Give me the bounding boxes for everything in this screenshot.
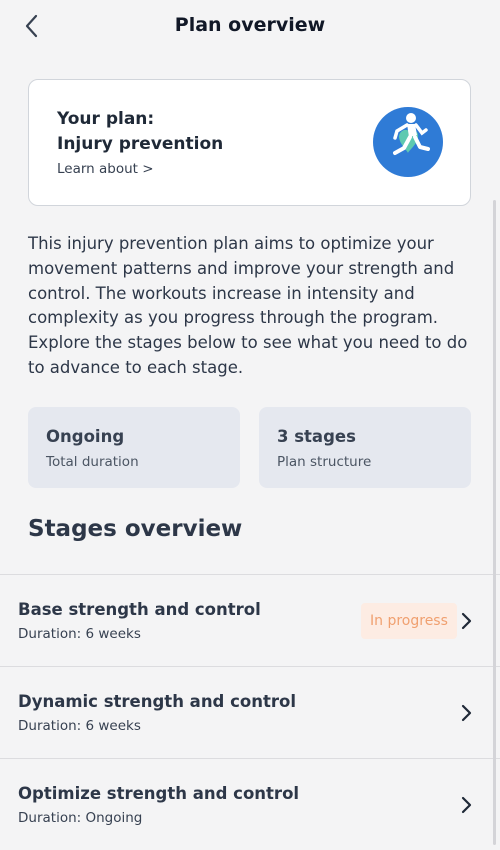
stage-duration: Duration: 6 weeks	[18, 718, 141, 734]
stages-list: Base strength and control Duration: 6 we…	[0, 574, 500, 850]
stat-card-structure: 3 stages Plan structure	[259, 407, 471, 488]
stat-label: Total duration	[46, 454, 139, 470]
plan-avatar	[373, 107, 443, 177]
stat-value: 3 stages	[277, 427, 356, 446]
stat-card-duration: Ongoing Total duration	[28, 407, 240, 488]
stage-title: Dynamic strength and control	[18, 692, 296, 711]
stage-row[interactable]: Dynamic strength and control Duration: 6…	[0, 666, 500, 758]
stage-duration: Duration: Ongoing	[18, 810, 143, 826]
plan-name: Injury prevention	[57, 134, 224, 154]
page-title: Plan overview	[174, 14, 326, 36]
stages-section-title: Stages overview	[28, 516, 243, 542]
learn-about-link[interactable]: Learn about >	[57, 161, 154, 177]
status-badge: In progress	[361, 603, 457, 639]
stat-value: Ongoing	[46, 427, 125, 446]
stage-title: Base strength and control	[18, 600, 261, 619]
plan-card[interactable]: Your plan: Injury prevention Learn about…	[28, 79, 471, 206]
chevron-right-icon	[458, 611, 474, 631]
stat-label: Plan structure	[277, 454, 372, 470]
stage-title: Optimize strength and control	[18, 784, 300, 803]
chevron-right-icon	[458, 795, 474, 815]
stage-duration: Duration: 6 weeks	[18, 626, 141, 642]
stage-row[interactable]: Base strength and control Duration: 6 we…	[0, 574, 500, 666]
header: Plan overview	[0, 0, 500, 52]
stage-row[interactable]: Optimize strength and control Duration: …	[0, 758, 500, 850]
chevron-right-icon	[458, 703, 474, 723]
plan-description: This injury prevention plan aims to opti…	[28, 234, 468, 377]
runner-icon	[393, 113, 430, 155]
plan-label: Your plan:	[57, 109, 155, 129]
scrollbar[interactable]	[493, 200, 496, 845]
